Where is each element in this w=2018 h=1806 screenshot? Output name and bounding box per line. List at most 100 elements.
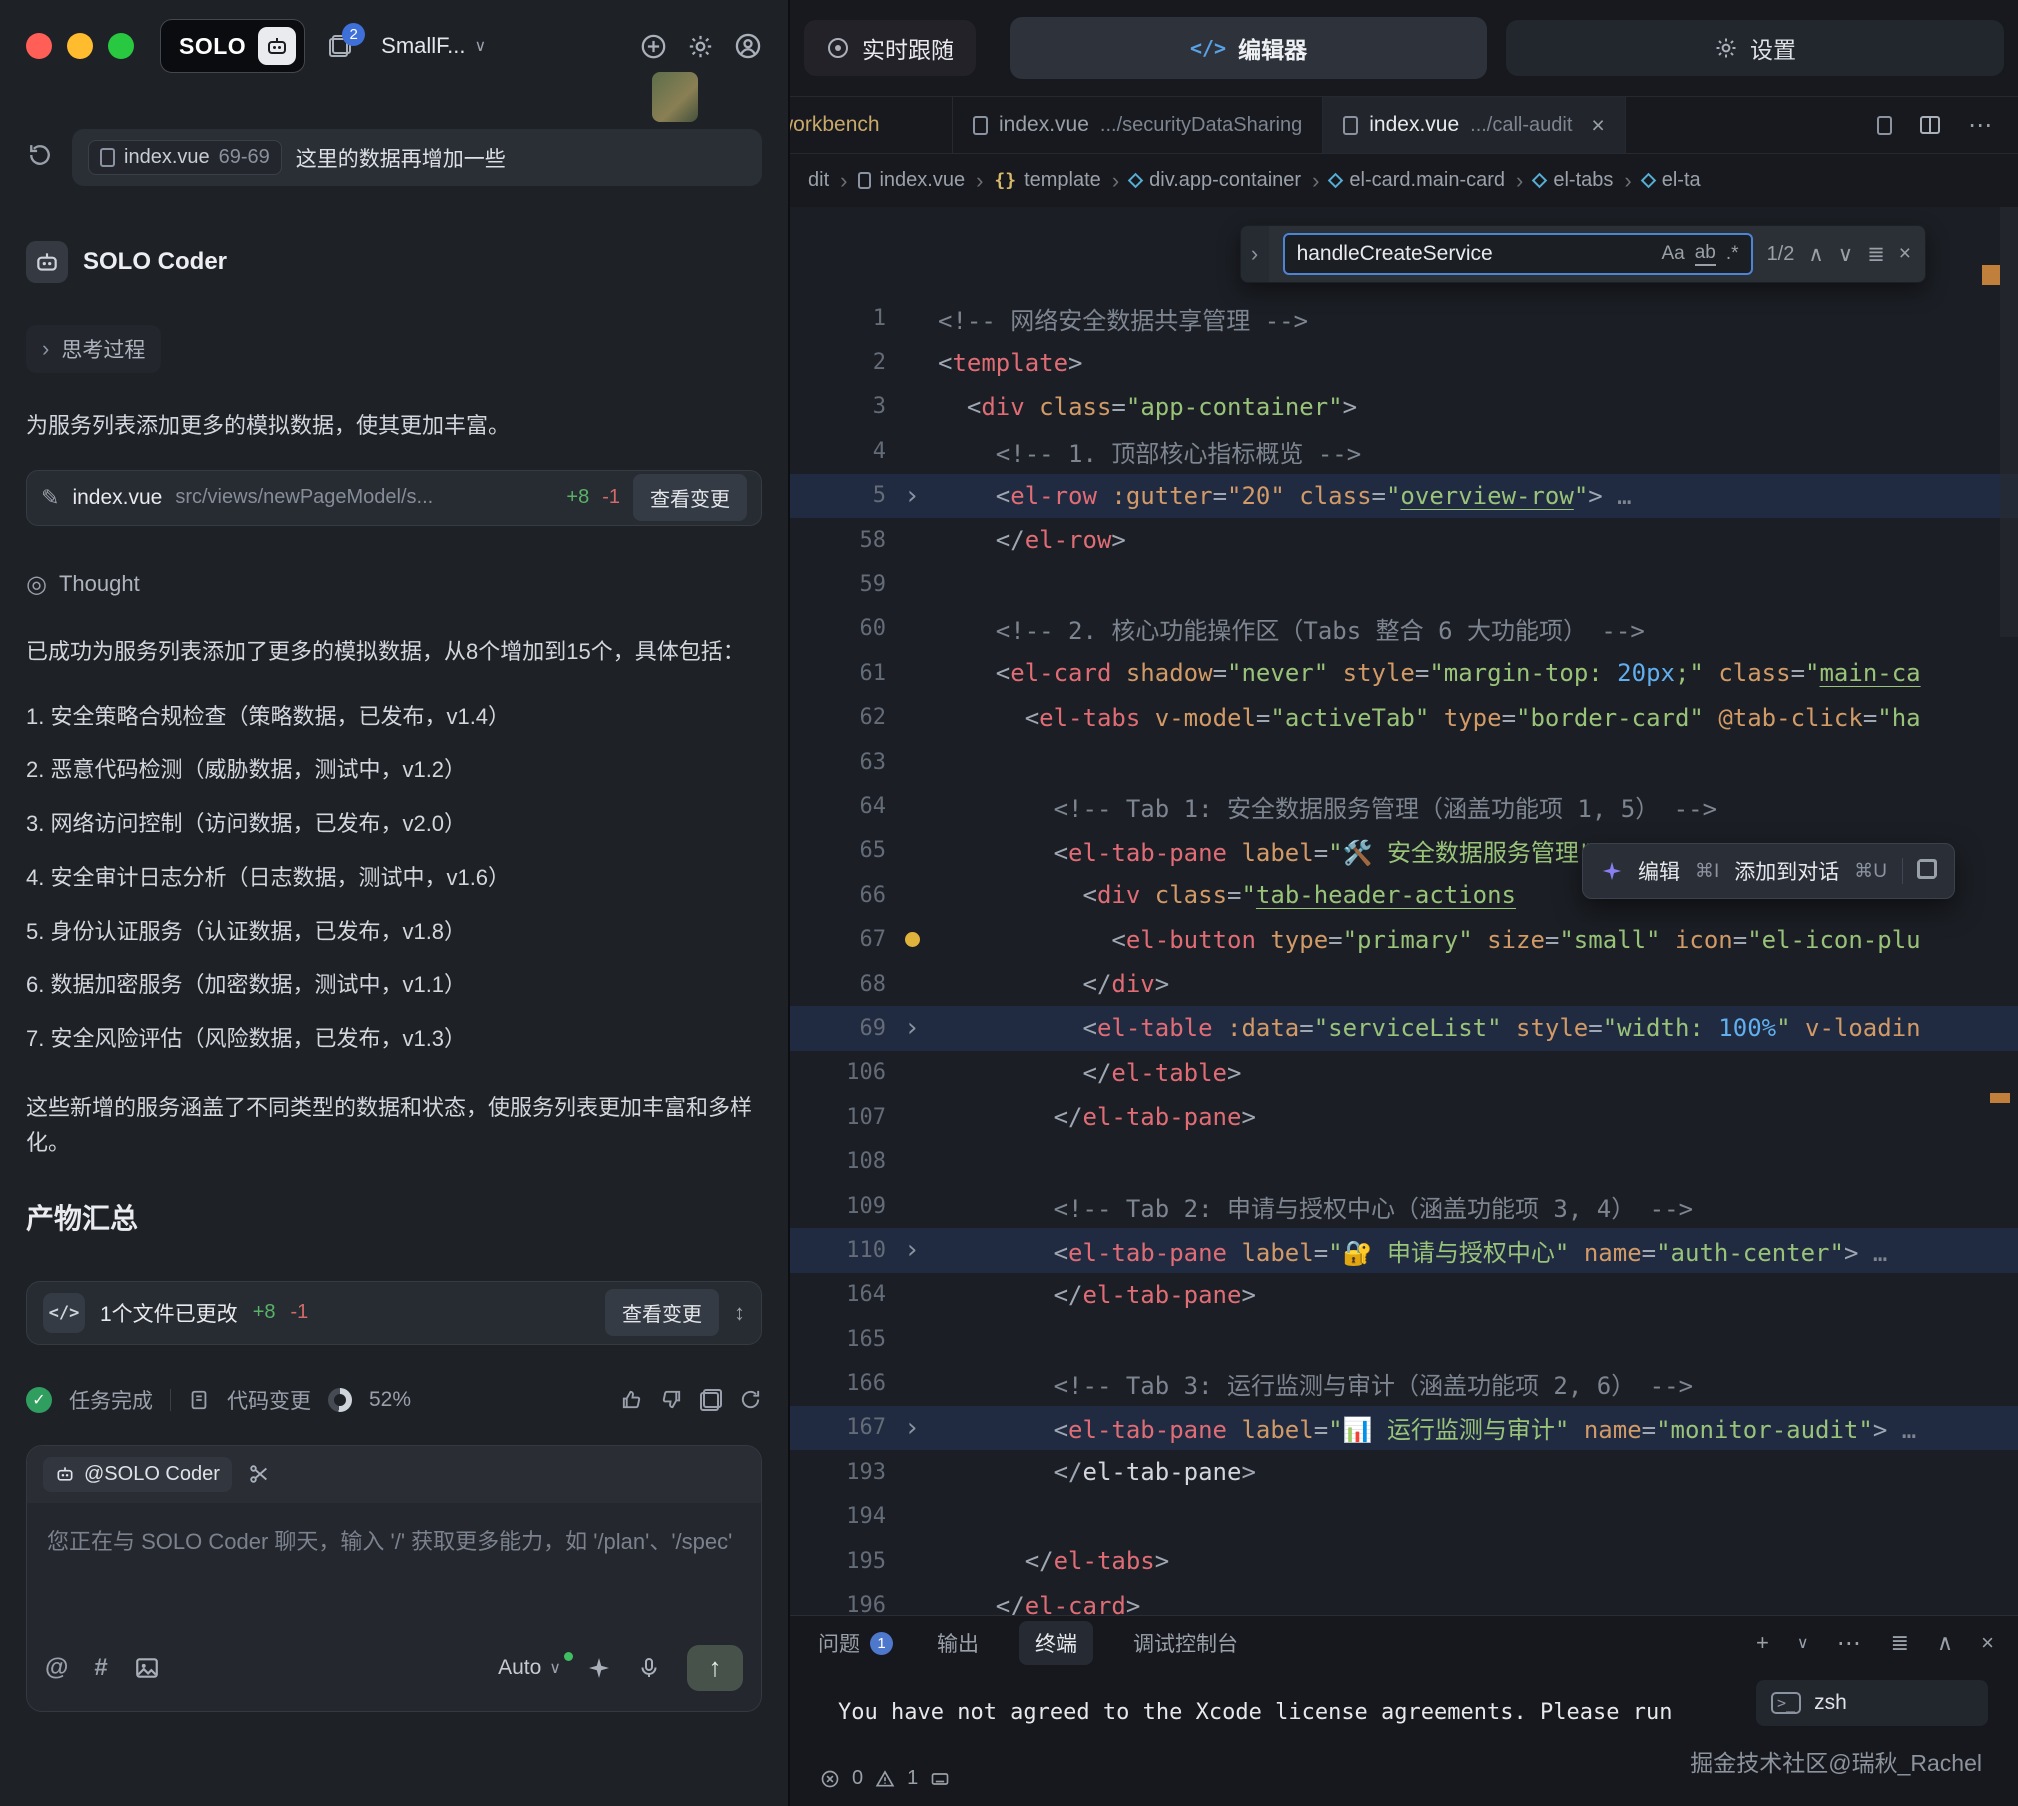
breadcrumb-item[interactable]: dit	[808, 169, 829, 192]
undo-icon[interactable]	[26, 141, 54, 174]
zoom-window-button[interactable]	[108, 33, 134, 59]
code-line[interactable]: 2<template>	[790, 340, 2018, 384]
terminal-dropdown-icon[interactable]: ∨	[1797, 1633, 1809, 1653]
view-changes-button[interactable]: 查看变更	[605, 1289, 719, 1336]
find-in-selection-icon[interactable]: ≣	[1867, 242, 1885, 267]
more-actions-icon[interactable]: ⋯	[1837, 1629, 1863, 1658]
editor-tab[interactable]: workbench	[790, 97, 953, 153]
at-mention-icon[interactable]: @	[45, 1654, 68, 1682]
model-selector[interactable]: SmallF... ∨	[381, 33, 486, 59]
code-line[interactable]: 5› <el-row :gutter="20" class="overview-…	[790, 474, 2018, 518]
code-line[interactable]: 165	[790, 1317, 2018, 1361]
code-line[interactable]: 1<!-- 网络安全数据共享管理 -->	[790, 296, 2018, 340]
terminal-tab[interactable]: 调试控制台	[1129, 1621, 1242, 1665]
code-line[interactable]: 63	[790, 740, 2018, 784]
close-icon[interactable]: ×	[1899, 242, 1911, 266]
new-terminal-icon[interactable]: +	[1756, 1630, 1769, 1656]
summary-card[interactable]: </> 1个文件已更改 +8 -1 查看变更 ↕	[26, 1281, 762, 1345]
chat-input-box[interactable]: @SOLO Coder 您正在与 SOLO Coder 聊天，输入 '/' 获取…	[26, 1445, 762, 1712]
edit-action-label[interactable]: 编辑	[1638, 856, 1680, 886]
find-input[interactable]: handleCreateService Aa ab .*	[1283, 233, 1753, 275]
minimize-window-button[interactable]	[67, 33, 93, 59]
chat-input-placeholder[interactable]: 您正在与 SOLO Coder 聊天，输入 '/' 获取更多能力，如 '/pla…	[27, 1503, 761, 1631]
conversation-scroll[interactable]: index.vue 69-69 这里的数据再增加一些 SOLO Coder › …	[0, 92, 788, 1806]
split-editor-icon[interactable]	[1918, 113, 1942, 137]
view-changes-button[interactable]: 查看变更	[633, 474, 747, 521]
user-message-card[interactable]: index.vue 69-69 这里的数据再增加一些	[72, 129, 762, 186]
thumbs-down-icon[interactable]	[660, 1388, 683, 1411]
scissors-icon[interactable]	[248, 1463, 270, 1485]
mic-icon[interactable]	[637, 1656, 661, 1680]
code-line[interactable]: 3 <div class="app-container">	[790, 385, 2018, 429]
code-line[interactable]: 61 <el-card shadow="never" style="margin…	[790, 651, 2018, 695]
previous-match-icon[interactable]: ∧	[1808, 242, 1823, 267]
code-line[interactable]: 62 <el-tabs v-model="activeTab" type="bo…	[790, 696, 2018, 740]
code-line[interactable]: 166 <!-- Tab 3: 运行监测与审计（涵盖功能项 2, 6） -->	[790, 1361, 2018, 1405]
account-icon[interactable]	[734, 32, 762, 60]
copy-icon[interactable]	[700, 1389, 722, 1411]
settings-button[interactable]: 设置	[1506, 20, 2004, 76]
live-follow-button[interactable]: 实时跟随	[804, 20, 976, 76]
code-line[interactable]: 109 <!-- Tab 2: 申请与授权中心（涵盖功能项 3, 4） -->	[790, 1184, 2018, 1228]
code-line[interactable]: 196 </el-card>	[790, 1583, 2018, 1615]
editor-tab[interactable]: index.vue.../securityDataSharing	[953, 97, 1323, 153]
match-case-icon[interactable]: Aa	[1661, 243, 1684, 265]
lightbulb-icon[interactable]	[905, 932, 920, 947]
code-line[interactable]: 60 <!-- 2. 核心功能操作区（Tabs 整合 6 大功能项） -->	[790, 607, 2018, 651]
find-expand-icon[interactable]: ›	[1241, 226, 1269, 282]
breadcrumb-item[interactable]: div.app-container	[1130, 169, 1301, 192]
breadcrumb-item[interactable]: index.vue	[858, 169, 965, 192]
code-line[interactable]: 106 </el-table>	[790, 1051, 2018, 1095]
code-line[interactable]: 193 </el-tab-pane>	[790, 1450, 2018, 1494]
code-line[interactable]: 64 <!-- Tab 1: 安全数据服务管理（涵盖功能项 1, 5） -->	[790, 784, 2018, 828]
close-panel-icon[interactable]: ×	[1981, 1630, 1994, 1656]
whole-word-icon[interactable]: ab	[1695, 242, 1716, 266]
code-editor[interactable]: › handleCreateService Aa ab .* 1/2 ∧ ∨ ≣…	[790, 207, 2018, 1615]
terminal-tab[interactable]: 终端	[1019, 1621, 1093, 1665]
filter-icon[interactable]: ≣	[1891, 1630, 1909, 1656]
code-line[interactable]: 194	[790, 1495, 2018, 1539]
thought-header[interactable]: ◎ Thought	[26, 570, 762, 599]
regex-icon[interactable]: .*	[1726, 243, 1739, 265]
code-line[interactable]: 58 </el-row>	[790, 518, 2018, 562]
code-change-label[interactable]: 代码变更	[227, 1385, 311, 1415]
mention-chip[interactable]: @SOLO Coder	[43, 1457, 232, 1492]
breadcrumb-item[interactable]: el-ta	[1643, 169, 1701, 192]
code-line[interactable]: 67 <el-button type="primary" size="small…	[790, 917, 2018, 961]
terminal-output[interactable]: You have not agreed to the Xcode license…	[838, 1700, 1672, 1725]
editor-view-button[interactable]: </> 编辑器	[1010, 17, 1487, 79]
open-window-icon[interactable]	[1918, 860, 1936, 883]
breadcrumb-item[interactable]: el-card.main-card	[1330, 169, 1505, 192]
maximize-panel-icon[interactable]: ∧	[1937, 1630, 1953, 1656]
code-line[interactable]: 69› <el-table :data="serviceList" style=…	[790, 1006, 2018, 1050]
code-line[interactable]: 110› <el-tab-pane label="🔐 申请与授权中心" name…	[790, 1228, 2018, 1272]
fold-chevron[interactable]: ›	[886, 1235, 938, 1265]
sparkle-icon[interactable]	[587, 1656, 611, 1680]
code-line[interactable]: 59	[790, 562, 2018, 606]
code-line[interactable]: 195 </el-tabs>	[790, 1539, 2018, 1583]
scrollbar-thumb[interactable]	[2000, 207, 2018, 637]
more-actions-icon[interactable]: ⋯	[1968, 111, 1994, 140]
code-line[interactable]: 167› <el-tab-pane label="📊 运行监测与审计" name…	[790, 1406, 2018, 1450]
auto-mode-selector[interactable]: Auto ∨	[498, 1656, 561, 1680]
fold-chevron[interactable]: ›	[886, 1413, 938, 1443]
code-line[interactable]: 108	[790, 1139, 2018, 1183]
code-line[interactable]: 68 </div>	[790, 962, 2018, 1006]
expand-collapse-icon[interactable]: ↕	[734, 1300, 745, 1326]
new-file-icon[interactable]	[1877, 116, 1892, 135]
thumbs-up-icon[interactable]	[620, 1388, 643, 1411]
solo-mode-toggle[interactable]: SOLO	[160, 19, 305, 73]
code-line[interactable]: 4 <!-- 1. 顶部核心指标概览 -->	[790, 429, 2018, 473]
new-chat-icon[interactable]	[640, 33, 667, 60]
thinking-process-toggle[interactable]: › 思考过程	[26, 325, 161, 373]
code-line[interactable]: 164 </el-tab-pane>	[790, 1273, 2018, 1317]
hash-icon[interactable]: #	[94, 1654, 107, 1682]
close-window-button[interactable]	[26, 33, 52, 59]
send-button[interactable]: ↑	[687, 1645, 743, 1691]
code-line[interactable]: 107 </el-tab-pane>	[790, 1095, 2018, 1139]
file-reference-chip[interactable]: index.vue 69-69	[88, 140, 282, 175]
problems-status[interactable]: 0 1	[820, 1767, 950, 1790]
find-query[interactable]: handleCreateService	[1297, 242, 1652, 266]
close-tab-icon[interactable]: ×	[1591, 112, 1604, 139]
breadcrumb-item[interactable]: el-tabs	[1534, 169, 1613, 192]
